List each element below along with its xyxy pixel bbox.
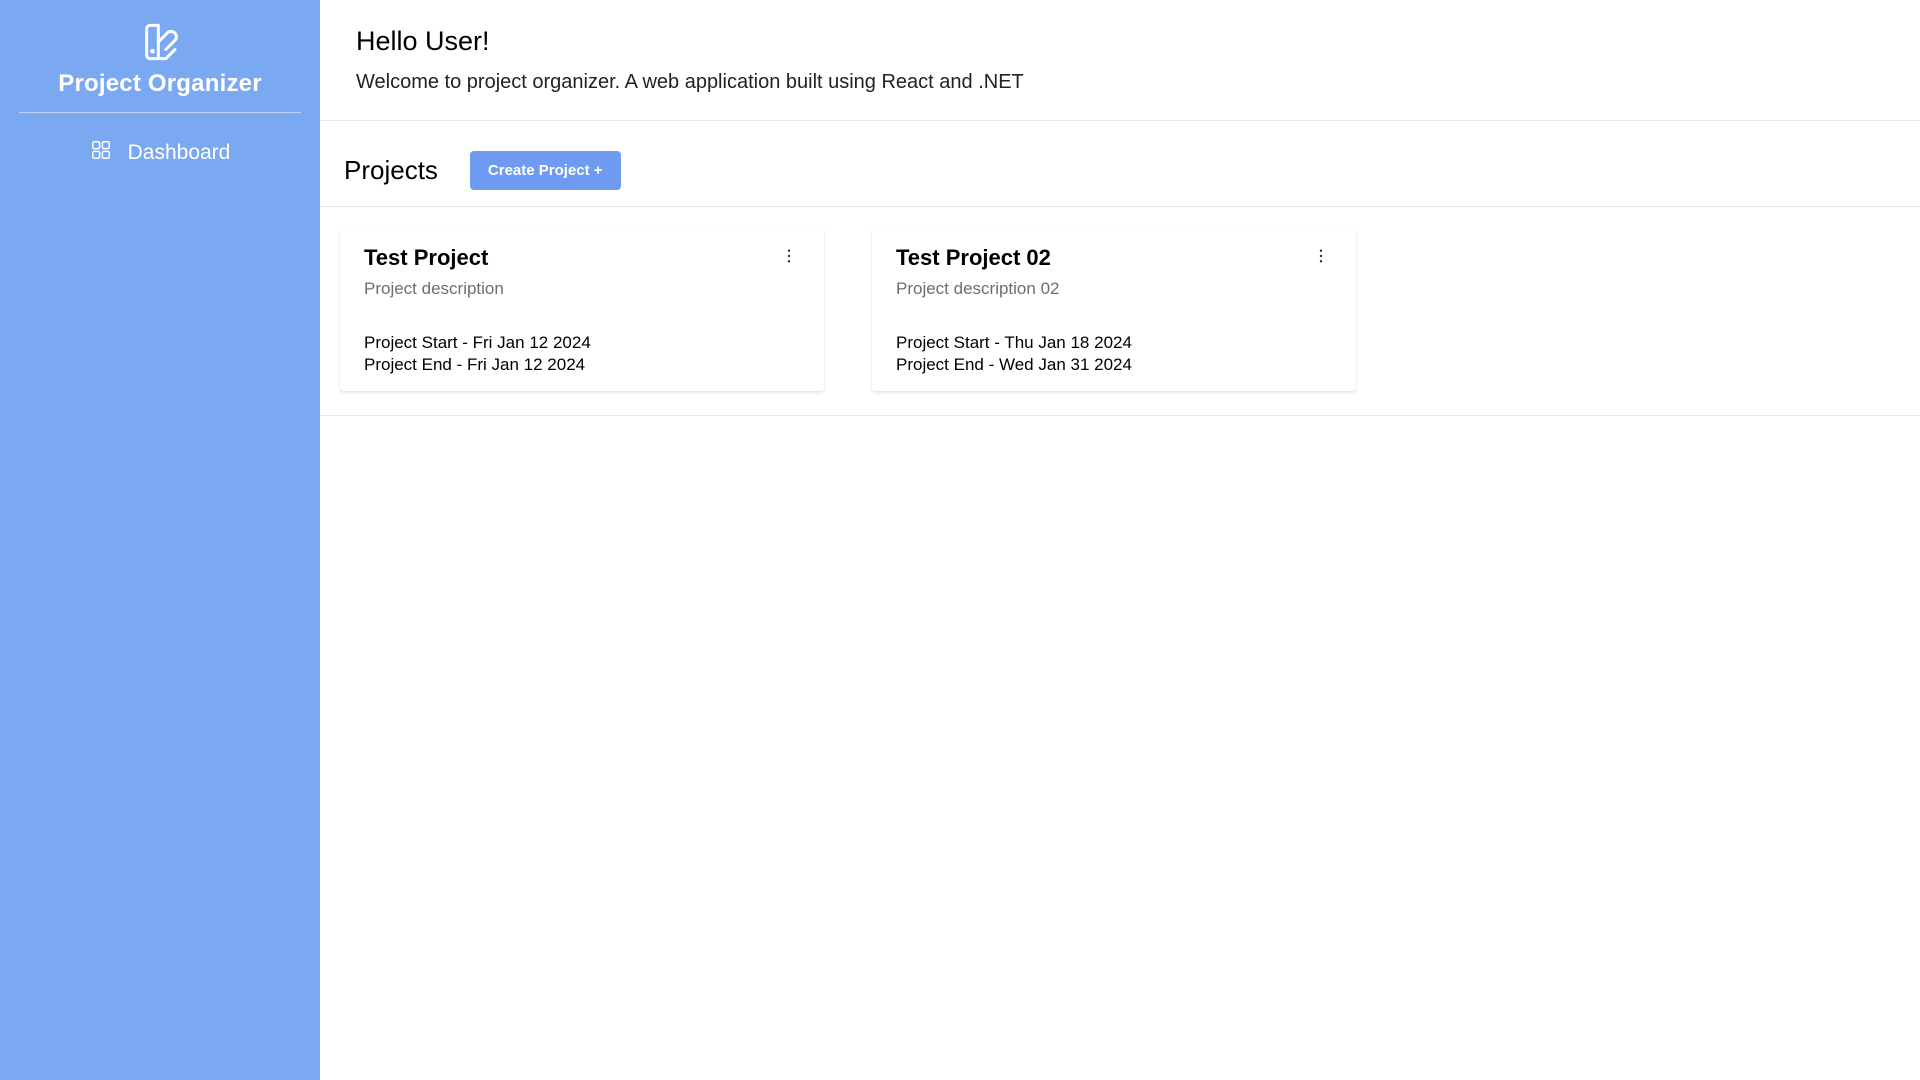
main-content: Hello User! Welcome to project organizer… bbox=[320, 0, 1920, 1080]
more-vertical-icon bbox=[780, 247, 798, 268]
project-description: Project description bbox=[364, 279, 504, 299]
app-title: Project Organizer bbox=[58, 70, 261, 98]
app-logo-icon bbox=[140, 22, 180, 62]
create-project-button[interactable]: Create Project + bbox=[470, 151, 621, 190]
sidebar-item-dashboard[interactable]: Dashboard bbox=[0, 131, 320, 175]
project-title: Test Project 02 bbox=[896, 245, 1059, 271]
project-start-date: Project Start - Fri Jan 12 2024 bbox=[364, 333, 800, 353]
sidebar: Project Organizer Dashboard bbox=[0, 0, 320, 1080]
project-end-date: Project End - Wed Jan 31 2024 bbox=[896, 355, 1332, 375]
sidebar-item-label: Dashboard bbox=[128, 141, 231, 165]
welcome-subtitle: Welcome to project organizer. A web appl… bbox=[356, 71, 1884, 94]
welcome-panel: Hello User! Welcome to project organizer… bbox=[320, 0, 1920, 121]
projects-title: Projects bbox=[344, 155, 438, 186]
welcome-title: Hello User! bbox=[356, 26, 1884, 57]
projects-header: Projects Create Project + bbox=[320, 135, 1920, 207]
project-menu-button[interactable] bbox=[778, 245, 800, 270]
project-card[interactable]: Test Project Project description Project… bbox=[340, 227, 824, 391]
project-menu-button[interactable] bbox=[1310, 245, 1332, 270]
project-dates: Project Start - Fri Jan 12 2024 Project … bbox=[364, 333, 800, 375]
more-vertical-icon bbox=[1312, 247, 1330, 268]
project-dates: Project Start - Thu Jan 18 2024 Project … bbox=[896, 333, 1332, 375]
project-card[interactable]: Test Project 02 Project description 02 P… bbox=[872, 227, 1356, 391]
projects-section: Projects Create Project + Test Project P… bbox=[320, 135, 1920, 416]
projects-grid: Test Project Project description Project… bbox=[320, 207, 1920, 415]
project-title: Test Project bbox=[364, 245, 504, 271]
sidebar-divider bbox=[19, 112, 301, 113]
project-start-date: Project Start - Thu Jan 18 2024 bbox=[896, 333, 1332, 353]
project-description: Project description 02 bbox=[896, 279, 1059, 299]
project-end-date: Project End - Fri Jan 12 2024 bbox=[364, 355, 800, 375]
dashboard-icon bbox=[90, 139, 112, 167]
